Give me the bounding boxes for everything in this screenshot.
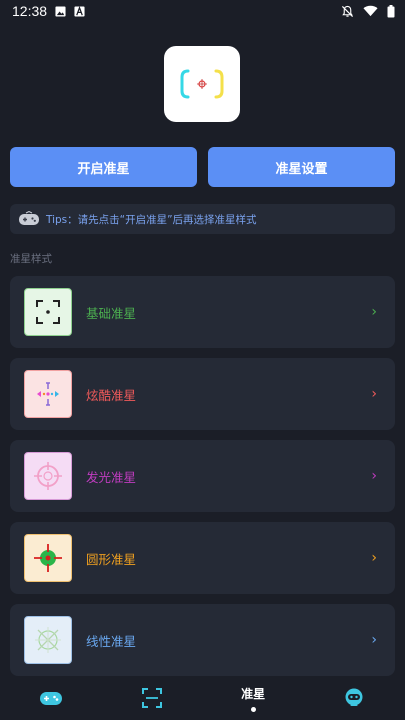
cool-crosshair-icon xyxy=(24,370,72,418)
nav-crosshair[interactable]: 准星 xyxy=(223,676,283,720)
round-crosshair-icon xyxy=(24,534,72,582)
chevron-right-icon: › xyxy=(371,386,377,402)
start-crosshair-label: 开启准星 xyxy=(77,161,130,177)
start-crosshair-button[interactable]: 开启准星 xyxy=(10,147,197,187)
active-indicator xyxy=(250,706,256,712)
chevron-right-icon: › xyxy=(371,468,377,484)
gamepad-icon xyxy=(39,692,62,705)
chevron-right-icon: › xyxy=(371,632,377,648)
style-card-round[interactable]: 圆形准星 › xyxy=(10,522,395,594)
status-time: 12:38 xyxy=(12,3,48,19)
bottom-nav: 准星 xyxy=(0,676,405,720)
nav-robot[interactable] xyxy=(324,676,384,720)
wifi-icon xyxy=(363,5,378,17)
style-label-linear: 线性准星 xyxy=(86,633,137,649)
style-label-cool: 炫酷准星 xyxy=(86,387,137,403)
scan-icon xyxy=(141,688,162,708)
image-icon xyxy=(55,5,66,17)
linear-crosshair-icon xyxy=(24,616,72,664)
style-card-cool[interactable]: 炫酷准星 › xyxy=(10,358,395,430)
crosshair-preview xyxy=(164,46,240,122)
battery-icon xyxy=(387,4,395,17)
crosshair-preview-icon xyxy=(180,69,224,99)
style-card-glow[interactable]: 发光准星 › xyxy=(10,440,395,512)
robot-icon xyxy=(345,688,363,706)
chevron-right-icon: › xyxy=(371,304,377,320)
section-title: 准星样式 xyxy=(10,253,52,265)
style-label-round: 圆形准星 xyxy=(86,551,137,567)
nav-scan[interactable] xyxy=(122,676,182,720)
style-card-linear[interactable]: 线性准星 › xyxy=(10,604,395,676)
a-badge-icon xyxy=(74,5,85,17)
notifications-off-icon xyxy=(341,5,354,17)
tips-text: Tips：请先点击“开启准星”后再选择准星样式 xyxy=(46,213,257,226)
style-label-basic: 基础准星 xyxy=(86,305,137,321)
nav-gamepad[interactable] xyxy=(21,676,81,720)
status-bar: 12:38 xyxy=(0,0,405,22)
basic-crosshair-icon xyxy=(24,288,72,336)
glow-crosshair-icon xyxy=(24,452,72,500)
style-label-glow: 发光准星 xyxy=(86,469,137,485)
gamepad-tip-icon xyxy=(19,211,39,225)
crosshair-settings-label: 准星设置 xyxy=(275,161,328,177)
crosshair-settings-button[interactable]: 准星设置 xyxy=(208,147,395,187)
tips-bar: Tips：请先点击“开启准星”后再选择准星样式 xyxy=(10,204,395,234)
chevron-right-icon: › xyxy=(371,550,377,566)
style-card-basic[interactable]: 基础准星 › xyxy=(10,276,395,348)
nav-crosshair-label: 准星 xyxy=(241,686,266,701)
